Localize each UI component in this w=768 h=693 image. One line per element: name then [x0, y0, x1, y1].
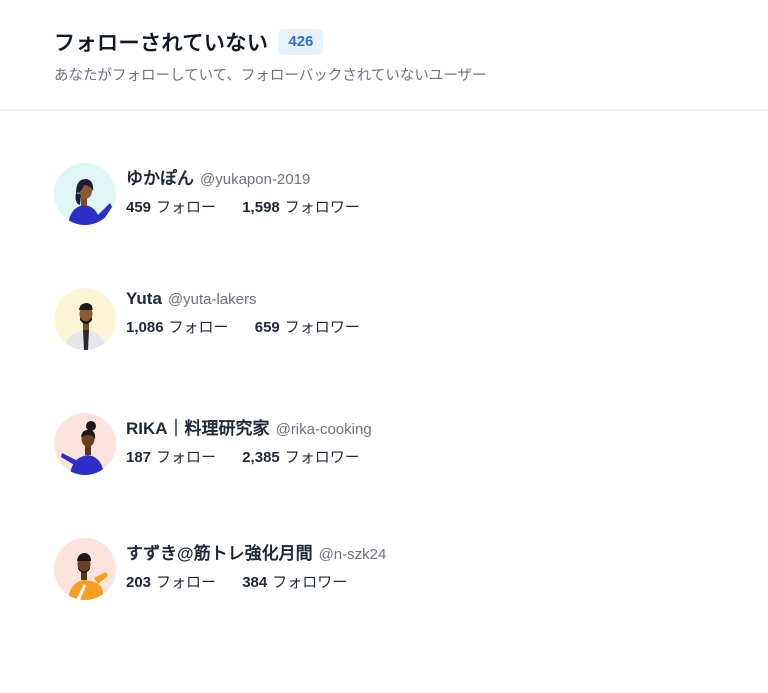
count-badge: 426 [278, 29, 324, 55]
user-info: RIKA｜料理研究家 @rika-cooking 187 フォロー 2,385 フォ… [126, 413, 372, 477]
user-stats: 459 フォロー 1,598 フォロワー [126, 196, 360, 217]
user-handle[interactable]: @n-szk24 [319, 546, 387, 563]
avatar[interactable] [54, 413, 116, 475]
followers-count: 1,598 [242, 199, 280, 216]
user-row[interactable]: すずき@筋トレ強化月間 @n-szk24 203 フォロー 384 フォロワー [54, 538, 474, 602]
following-label: フォロー [168, 319, 229, 336]
user-avatar-icon [54, 538, 116, 600]
avatar[interactable] [54, 163, 116, 225]
avatar[interactable] [54, 538, 116, 600]
user-name[interactable]: ゆかぽん [126, 164, 194, 189]
followers-label: フォロワー [284, 199, 360, 216]
user-avatar-icon [54, 163, 116, 225]
followers-label: フォロワー [284, 449, 360, 466]
user-handle[interactable]: @yukapon-2019 [200, 171, 310, 188]
followers-label: フォロワー [284, 319, 360, 336]
following-count: 187 [126, 449, 152, 466]
followers-count: 2,385 [242, 449, 280, 466]
user-row[interactable]: Yuta @yuta-lakers 1,086 フォロー 659 フォロワー [54, 288, 474, 352]
avatar[interactable] [54, 288, 116, 350]
following-count: 203 [126, 574, 152, 591]
user-row[interactable]: ゆかぽん @yukapon-2019 459 フォロー 1,598 フォロワー [54, 163, 474, 227]
page-header: フォローされていない 426 あなたがフォローしていて、フォローバックされていな… [0, 0, 768, 111]
user-handle[interactable]: @rika-cooking [276, 421, 372, 438]
user-info: ゆかぽん @yukapon-2019 459 フォロー 1,598 フォロワー [126, 163, 360, 227]
user-stats: 187 フォロー 2,385 フォロワー [126, 446, 372, 467]
user-name[interactable]: すずき@筋トレ強化月間 [126, 539, 313, 564]
followers-count: 384 [242, 574, 268, 591]
following-label: フォロー [156, 449, 217, 466]
title-row: フォローされていない 426 [54, 27, 324, 57]
user-info: Yuta @yuta-lakers 1,086 フォロー 659 フォロワー [126, 288, 360, 352]
followers-label: フォロワー [272, 574, 348, 591]
following-label: フォロー [156, 199, 217, 216]
user-avatar-icon [54, 413, 116, 475]
user-row[interactable]: RIKA｜料理研究家 @rika-cooking 187 フォロー 2,385 フォ… [54, 413, 474, 477]
following-count: 459 [126, 199, 152, 216]
user-info: すずき@筋トレ強化月間 @n-szk24 203 フォロー 384 フォロワー [126, 538, 386, 602]
followers-count: 659 [254, 319, 280, 336]
following-count: 1,086 [126, 319, 164, 336]
user-handle[interactable]: @yuta-lakers [168, 291, 257, 308]
user-name[interactable]: Yuta [126, 289, 162, 309]
following-label: フォロー [156, 574, 217, 591]
user-name[interactable]: RIKA｜料理研究家 [126, 414, 270, 439]
user-stats: 1,086 フォロー 659 フォロワー [126, 316, 360, 337]
page-title: フォローされていない [54, 32, 269, 55]
user-avatar-icon [54, 288, 116, 350]
user-stats: 203 フォロー 384 フォロワー [126, 571, 386, 592]
page-subtitle: あなたがフォローしていて、フォローバックされていないユーザー [54, 68, 487, 84]
